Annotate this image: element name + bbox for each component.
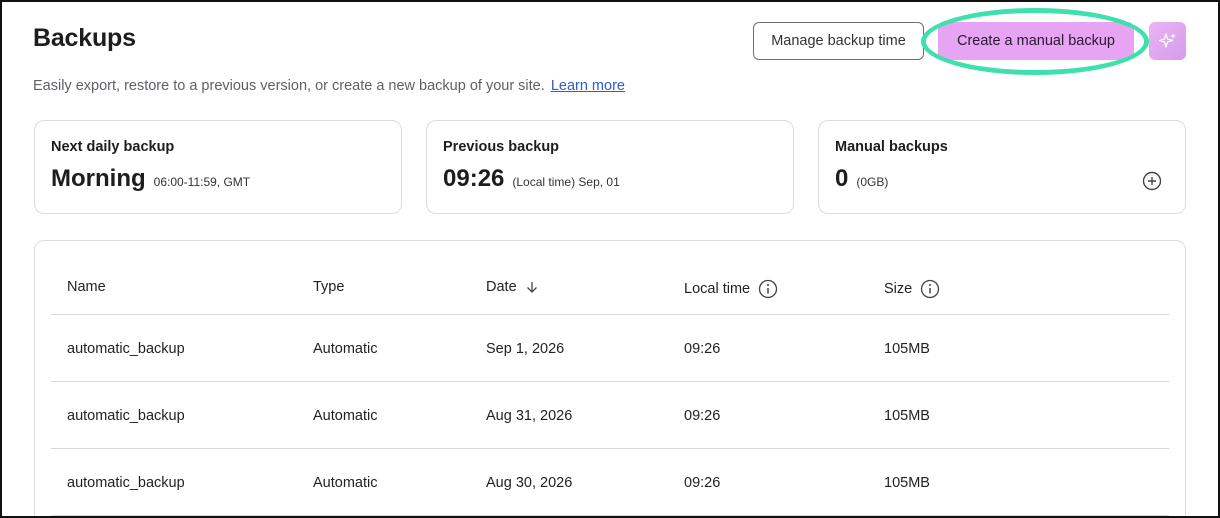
learn-more-link[interactable]: Learn more xyxy=(551,78,625,94)
cell-time: 09:26 xyxy=(684,408,721,424)
plus-circle-icon[interactable] xyxy=(1142,171,1162,191)
row-divider xyxy=(51,448,1169,449)
page-subtitle: Easily export, restore to a previous ver… xyxy=(33,78,625,94)
cell-size: 105MB xyxy=(884,408,930,424)
manage-backup-time-button[interactable]: Manage backup time xyxy=(753,22,924,60)
cell-type: Automatic xyxy=(313,341,378,357)
column-header-size: Size xyxy=(884,279,940,299)
cell-size: 105MB xyxy=(884,475,930,491)
info-icon[interactable] xyxy=(920,279,940,299)
info-icon[interactable] xyxy=(758,279,778,299)
column-header-name: Name xyxy=(67,279,106,295)
manual-backups-value: 0 xyxy=(835,165,849,192)
header-local-time-label: Local time xyxy=(684,281,751,297)
cell-name: automatic_backup xyxy=(67,475,185,491)
cell-name: automatic_backup xyxy=(67,408,185,424)
column-header-local-time: Local time xyxy=(684,279,778,299)
cell-time: 09:26 xyxy=(684,475,721,491)
cell-type: Automatic xyxy=(313,475,378,491)
cell-time: 09:26 xyxy=(684,341,721,357)
subtitle-text: Easily export, restore to a previous ver… xyxy=(33,78,545,94)
previous-backup-card: Previous backup 09:26 (Local time) Sep, … xyxy=(426,120,794,214)
cell-date: Sep 1, 2026 xyxy=(486,341,565,357)
previous-backup-value-group: 09:26 (Local time) Sep, 01 xyxy=(443,165,620,193)
sort-arrow-down-icon[interactable] xyxy=(525,280,539,294)
row-divider xyxy=(51,381,1169,382)
previous-backup-label: Previous backup xyxy=(443,139,560,155)
previous-backup-value: 09:26 xyxy=(443,165,505,192)
cell-name: automatic_backup xyxy=(67,341,185,357)
previous-backup-detail: (Local time) Sep, 01 xyxy=(512,175,620,189)
manual-backups-card: Manual backups 0 (0GB) xyxy=(818,120,1186,214)
next-backup-value: Morning xyxy=(51,165,146,192)
column-header-date[interactable]: Date xyxy=(486,279,539,295)
next-daily-backup-card: Next daily backup Morning 06:00-11:59, G… xyxy=(34,120,402,214)
next-backup-value-group: Morning 06:00-11:59, GMT xyxy=(51,165,250,193)
page-title: Backups xyxy=(33,24,136,52)
manual-backups-label: Manual backups xyxy=(835,139,948,155)
row-divider xyxy=(51,515,1169,516)
column-header-type: Type xyxy=(313,279,344,295)
ai-assistant-button[interactable] xyxy=(1149,22,1186,60)
backups-page: Backups Easily export, restore to a prev… xyxy=(0,0,1220,518)
cell-date: Aug 30, 2026 xyxy=(486,475,573,491)
cell-size: 105MB xyxy=(884,341,930,357)
header-name-label: Name xyxy=(67,279,106,295)
manual-backups-value-group: 0 (0GB) xyxy=(835,165,888,193)
next-backup-label: Next daily backup xyxy=(51,139,175,155)
sparkles-icon xyxy=(1158,33,1176,48)
cell-type: Automatic xyxy=(313,408,378,424)
create-manual-backup-button[interactable]: Create a manual backup xyxy=(938,22,1134,60)
manual-backups-detail: (0GB) xyxy=(856,175,889,189)
backups-table: Name Type Date Local time Size automatic… xyxy=(34,240,1186,516)
header-type-label: Type xyxy=(313,279,345,295)
cell-date: Aug 31, 2026 xyxy=(486,408,573,424)
row-divider xyxy=(51,314,1169,315)
header-size-label: Size xyxy=(884,281,913,297)
header-date-label: Date xyxy=(486,279,517,295)
next-backup-detail: 06:00-11:59, GMT xyxy=(153,175,251,189)
